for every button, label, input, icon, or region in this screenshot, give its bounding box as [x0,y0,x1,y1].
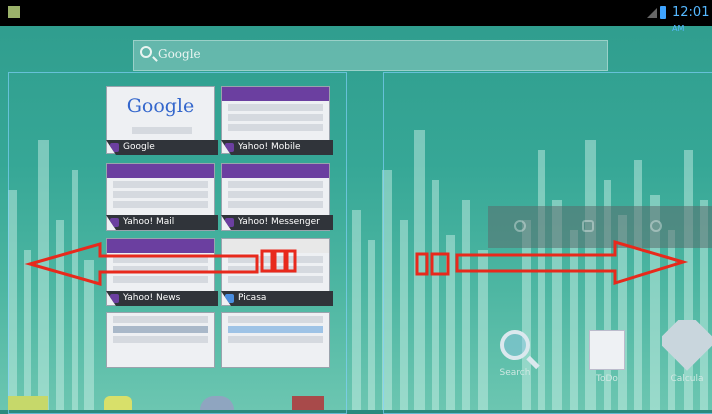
swipe-left-handle-1 [260,249,274,273]
app-calculator[interactable]: Calcula [662,320,712,384]
todo-icon [589,330,625,370]
app-search[interactable]: Search [490,330,540,378]
swipe-left-arrow [24,242,259,286]
swipe-right-handle-2 [430,252,450,276]
app-todo[interactable]: ToDo [582,330,632,384]
dock-icon-4[interactable] [292,396,324,410]
dock-icon-1[interactable] [8,396,48,410]
swipe-left-handle-2 [273,249,287,273]
dock-icon-2[interactable] [104,396,132,410]
calculator-icon [662,320,712,371]
swipe-right-arrow [455,239,689,286]
magnifier-icon [500,330,530,360]
swipe-left-handle-3 [285,249,297,273]
swipe-right-handle-1 [415,252,429,276]
